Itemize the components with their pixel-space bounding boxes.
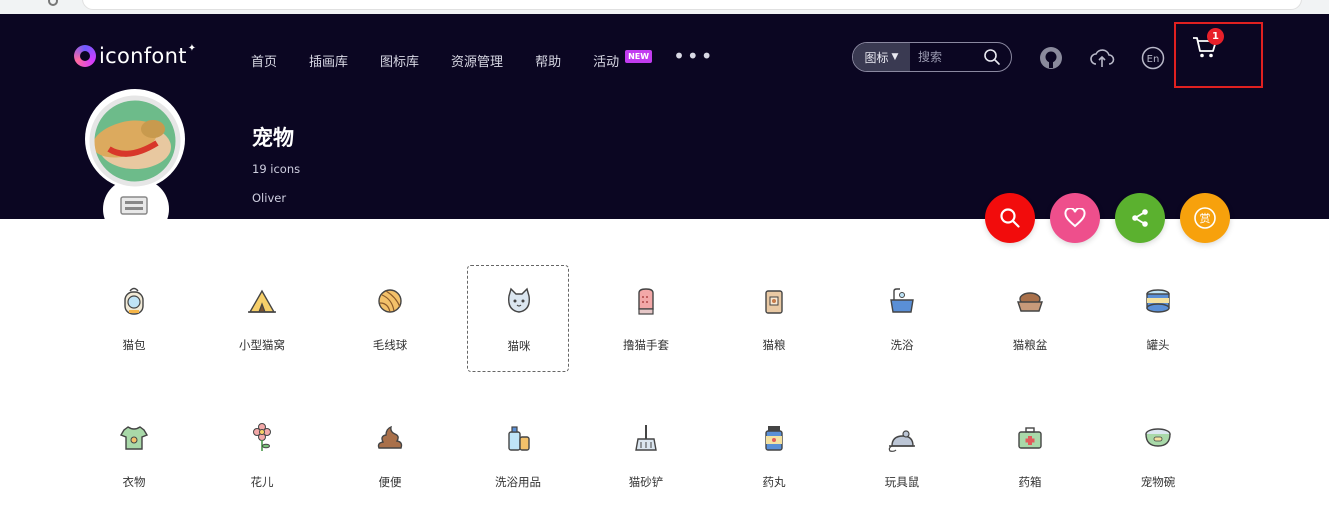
nav-item-home[interactable]: 首页	[251, 51, 277, 70]
sparkle-icon: ✦	[187, 42, 197, 54]
icon-card[interactable]: 猫粮盆	[979, 265, 1081, 372]
pill-bottle-icon	[765, 426, 783, 451]
reward-coin-icon: 赏	[1194, 207, 1216, 229]
nav-item-icon-library[interactable]: 图标库	[380, 51, 419, 70]
search-bar: 图标 ▼	[852, 42, 1012, 72]
avatar	[83, 89, 188, 219]
cat-food-bag-icon	[765, 290, 783, 314]
icon-card[interactable]: 便便	[339, 402, 441, 509]
refresh-icon[interactable]	[48, 0, 58, 6]
icon-card[interactable]: 罐头	[1107, 265, 1209, 372]
icon-card-label: 宠物碗	[1140, 475, 1176, 489]
chevron-down-icon: ▼	[891, 52, 899, 62]
can-icon	[1146, 289, 1170, 313]
address-bar[interactable]	[82, 0, 1302, 10]
icon-card[interactable]: 猫咪	[467, 265, 569, 372]
icon-card-label: 花儿	[250, 475, 274, 489]
icon-card-label: 猫粮盆	[1012, 338, 1048, 352]
search-type-select[interactable]: 图标 ▼	[853, 43, 910, 71]
icon-card-label: 撸猫手套	[623, 338, 669, 352]
icon-card-label: 玩具鼠	[884, 475, 920, 489]
icon-card-label: 洗浴用品	[495, 475, 541, 489]
upload-cloud-icon[interactable]	[1089, 45, 1115, 71]
icon-card-label: 药丸	[762, 475, 786, 489]
icon-card[interactable]: 撸猫手套	[595, 265, 697, 372]
search-input[interactable]	[918, 50, 988, 64]
medicine-box-icon	[1018, 427, 1042, 449]
language-icon[interactable]: En	[1140, 45, 1166, 71]
icon-card[interactable]: 洗浴	[851, 265, 953, 372]
icon-card[interactable]: 猫砂铲	[595, 402, 697, 509]
author-name[interactable]: Oliver	[252, 191, 286, 205]
cat-tent-icon	[248, 289, 276, 313]
icon-card-label: 猫粮	[762, 338, 786, 352]
logo-text: iconfont	[99, 44, 187, 68]
icon-card[interactable]: 毛线球	[339, 265, 441, 372]
icon-card-label: 猫砂铲	[628, 475, 664, 489]
favorite-button[interactable]	[1050, 193, 1100, 243]
icon-card[interactable]: 猫粮	[723, 265, 825, 372]
icon-card-label: 便便	[378, 475, 402, 489]
svg-text:En: En	[1147, 54, 1160, 65]
search-icon	[1000, 208, 1020, 228]
browser-toolbar	[0, 0, 1329, 14]
new-badge: NEW	[625, 49, 653, 63]
icon-card-label: 毛线球	[372, 338, 408, 352]
icon-card[interactable]: 玩具鼠	[851, 402, 953, 509]
icon-card[interactable]: 花儿	[211, 402, 313, 509]
flower-icon	[253, 423, 271, 451]
cat-face-icon	[508, 287, 530, 313]
icon-card[interactable]: 洗浴用品	[467, 402, 569, 509]
cart-highlight-box: 1	[1174, 22, 1263, 88]
icon-card-label: 猫咪	[507, 339, 531, 353]
icon-count: 19 icons	[252, 162, 301, 176]
share-button[interactable]	[1115, 193, 1165, 243]
icon-card[interactable]: 衣物	[83, 402, 185, 509]
yarn-ball-icon	[378, 289, 402, 313]
header-banner: iconfont ✦ 首页 插画库 图标库 资源管理 帮助 活动 NEW •••…	[0, 14, 1329, 219]
food-bowl-icon	[1017, 292, 1043, 312]
more-menu-button[interactable]: •••	[673, 44, 714, 68]
github-icon[interactable]	[1038, 45, 1064, 71]
logo[interactable]: iconfont ✦	[74, 42, 197, 68]
search-icon[interactable]	[983, 48, 1001, 66]
search-fab-button[interactable]	[985, 193, 1035, 243]
toy-mouse-icon	[888, 430, 915, 452]
icon-card-label: 罐头	[1146, 338, 1170, 352]
nav-item-illustrations[interactable]: 插画库	[309, 51, 348, 70]
icon-card-label: 小型猫窝	[239, 338, 285, 352]
grooming-glove-icon	[638, 288, 654, 315]
icon-card[interactable]: 药丸	[723, 402, 825, 509]
cat-backpack-icon	[124, 287, 144, 315]
cart-count-badge: 1	[1207, 28, 1224, 45]
icon-card-label: 衣物	[122, 475, 146, 489]
icon-card-label: 猫包	[122, 338, 146, 352]
logo-mark-icon	[74, 45, 96, 67]
main-nav: 首页 插画库 图标库 资源管理 帮助 活动 NEW •••	[251, 44, 714, 72]
nav-item-events-label: 活动	[593, 54, 620, 70]
bath-supplies-icon	[508, 426, 530, 451]
svg-text:赏: 赏	[1200, 212, 1211, 225]
poop-icon	[377, 425, 403, 449]
icon-card[interactable]: 猫包	[83, 265, 185, 372]
pet-shirt-icon	[119, 426, 149, 450]
icon-card[interactable]: 药箱	[979, 402, 1081, 509]
collection-title: 宠物	[252, 126, 294, 150]
icon-card[interactable]: 小型猫窝	[211, 265, 313, 372]
icon-card-label: 洗浴	[890, 338, 914, 352]
reward-button[interactable]: 赏	[1180, 193, 1230, 243]
nav-item-resources[interactable]: 资源管理	[451, 51, 503, 70]
share-icon	[1132, 209, 1148, 227]
icon-card-label: 药箱	[1018, 475, 1042, 489]
nav-item-events[interactable]: 活动 NEW	[593, 49, 653, 70]
bath-tub-icon	[890, 288, 914, 313]
nav-item-help[interactable]: 帮助	[535, 51, 561, 70]
heart-icon	[1064, 208, 1086, 228]
litter-scoop-icon	[635, 425, 657, 451]
search-type-label: 图标	[864, 50, 889, 65]
icon-card[interactable]: 宠物碗	[1107, 402, 1209, 509]
pet-bowl-icon	[1145, 428, 1171, 447]
